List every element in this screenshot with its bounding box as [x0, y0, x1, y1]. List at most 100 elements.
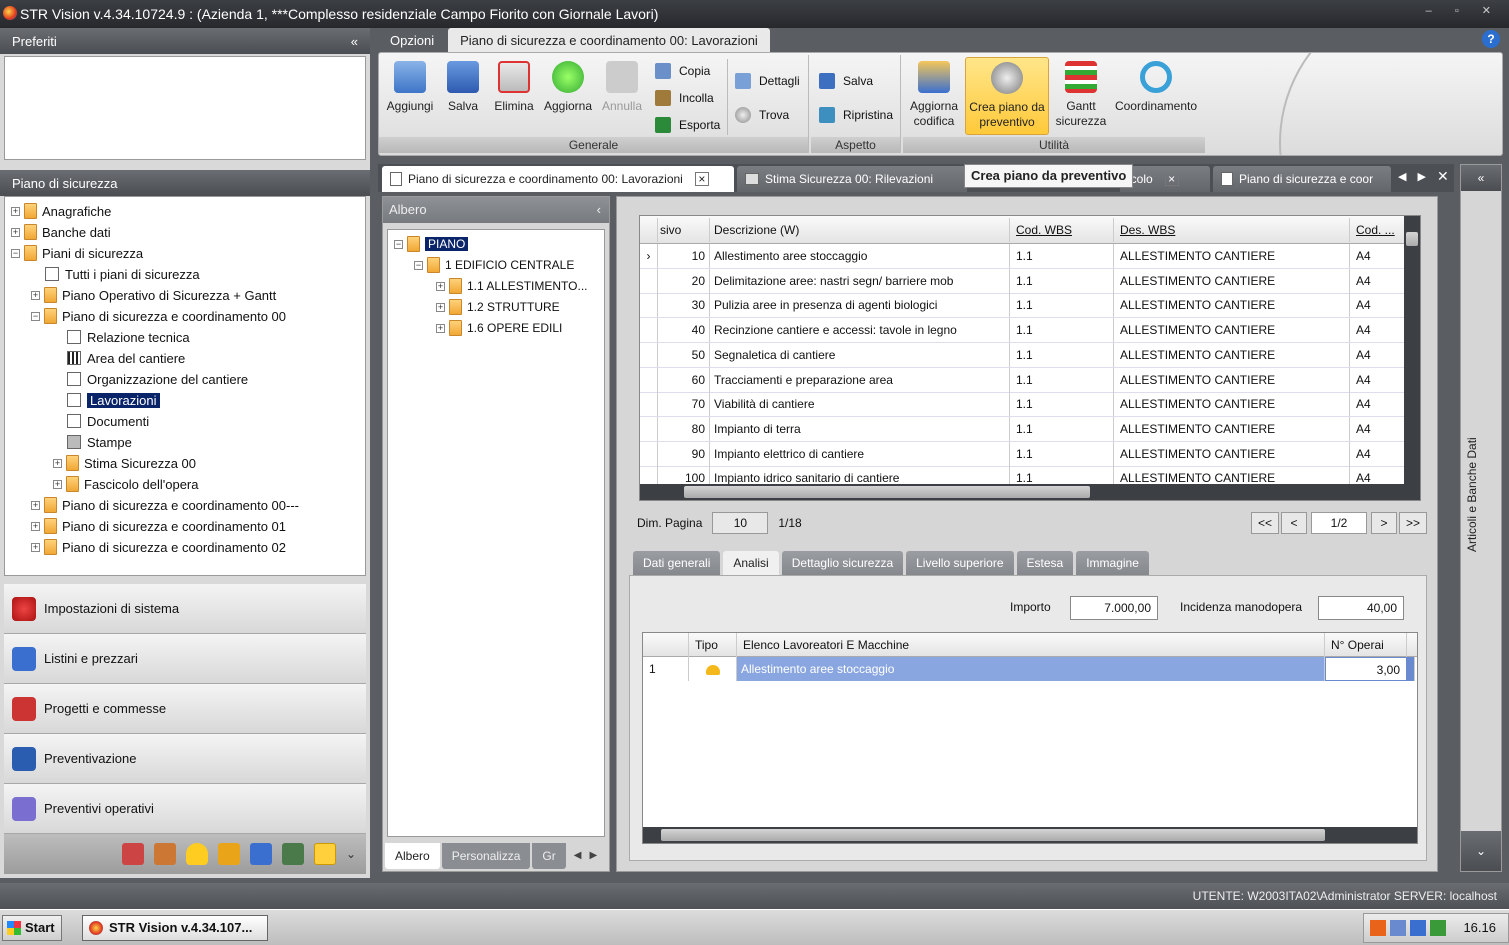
col-elenco[interactable]: Elenco Lavoreatori E Macchine — [737, 633, 1325, 657]
tab-personalizza[interactable]: Personalizza — [441, 843, 531, 869]
tree-node[interactable]: + Piano Operativo di Sicurezza + Gantt — [31, 285, 276, 305]
expand-icon[interactable]: − — [394, 239, 403, 249]
last-page-button[interactable]: >> — [1399, 512, 1427, 534]
copia-button[interactable]: Copia — [655, 63, 710, 79]
tree-node[interactable]: + Fascicolo dell'opera — [53, 474, 199, 494]
salva-aspetto-button[interactable]: Salva — [819, 73, 873, 89]
col-descrizione[interactable]: Descrizione (W) — [710, 218, 1010, 242]
table-row[interactable]: 90 Impianto elettrico di cantiere 1.1 ALLES… — [640, 441, 1408, 467]
ripristina-button[interactable]: Ripristina — [819, 107, 893, 123]
book-icon[interactable] — [249, 843, 272, 865]
helmet-worker-icon[interactable] — [217, 843, 240, 865]
tab-estesa[interactable]: Estesa — [1016, 551, 1074, 575]
close-icon[interactable]: ✕ — [1437, 168, 1449, 188]
table-row[interactable]: › 10 Allestimento aree stoccaggio 1.1 ALLEST… — [640, 244, 1408, 269]
tree-node[interactable]: Tutti i piani di sicurezza — [45, 264, 200, 284]
expand-icon[interactable]: « — [1461, 165, 1501, 191]
expand-icon[interactable]: + — [436, 281, 445, 291]
scroll-right-icon[interactable]: ▶ — [589, 850, 597, 861]
tab-immagine[interactable]: Immagine — [1076, 551, 1149, 575]
esporta-button[interactable]: Esporta — [655, 117, 720, 133]
doctab-lavorazioni[interactable]: Piano di sicurezza e coordinamento 00: L… — [382, 166, 734, 192]
table-row[interactable]: 1 Allestimento aree stoccaggio 3,00 — [643, 657, 1417, 681]
collapse-icon[interactable]: ‹ — [597, 197, 601, 223]
expand-icon[interactable]: − — [11, 248, 20, 258]
tree-node[interactable]: Area del cantiere — [67, 348, 185, 368]
row-operai[interactable]: 3,00 — [1325, 657, 1407, 681]
tree-node[interactable]: + Banche dati — [11, 222, 111, 242]
tree-node[interactable]: Stampe — [67, 432, 132, 452]
expand-icon[interactable]: + — [31, 521, 40, 531]
tree-node[interactable]: − Piani di sicurezza — [11, 243, 143, 263]
incolla-button[interactable]: Incolla — [655, 90, 714, 106]
first-page-button[interactable]: << — [1251, 512, 1279, 534]
expand-icon[interactable]: + — [436, 323, 445, 333]
importo-field[interactable]: 7.000,00 — [1070, 596, 1158, 620]
security-icon[interactable] — [1430, 920, 1446, 936]
annulla-button[interactable]: Annulla — [599, 61, 645, 113]
doctab-piano[interactable]: Piano di sicurezza e coor — [1213, 166, 1391, 192]
books-icon[interactable] — [153, 843, 176, 865]
tree-node[interactable]: +1.2 STRUTTURE — [436, 297, 560, 317]
scroll-left-icon[interactable]: ◀ — [1398, 170, 1406, 186]
aggiorna-button[interactable]: Aggiorna — [541, 61, 595, 113]
help-icon[interactable]: ? — [1482, 30, 1500, 48]
horizontal-scrollbar[interactable] — [640, 484, 1408, 500]
expand-icon[interactable]: + — [31, 500, 40, 510]
col-cod[interactable]: Cod. ... — [1350, 218, 1408, 242]
tab-albero[interactable]: Albero — [385, 843, 440, 869]
expand-icon[interactable]: + — [53, 458, 62, 468]
nav-impostazioni[interactable]: Impostazioni di sistema — [4, 584, 366, 634]
close-icon[interactable]: × — [694, 172, 709, 186]
trova-button[interactable]: Trova — [735, 107, 789, 123]
network-icon[interactable] — [1390, 920, 1406, 936]
crea-piano-button[interactable]: Crea piano da preventivo — [965, 57, 1049, 135]
table-row[interactable]: 40 Recinzione cantiere e accessi: tavole … — [640, 318, 1408, 344]
vertical-scrollbar[interactable] — [1404, 216, 1420, 500]
tab-lavorazioni[interactable]: Piano di sicurezza e coordinamento 00: L… — [448, 28, 770, 52]
expand-icon[interactable]: + — [53, 479, 62, 489]
elimina-button[interactable]: Elimina — [491, 61, 537, 113]
scroll-left-icon[interactable]: ◀ — [574, 850, 582, 861]
nav-preventivi-operativi[interactable]: Preventivi operativi — [4, 784, 366, 834]
tree-node[interactable]: + Stima Sicurezza 00 — [53, 453, 196, 473]
chevron-down-icon[interactable]: ⌄ — [346, 847, 356, 861]
collapse-icon[interactable]: « — [351, 34, 358, 49]
table-row[interactable]: 20 Delimitazione aree: nastri segn/ barri… — [640, 268, 1408, 294]
table-row[interactable]: 60 Tracciamenti e preparazione area 1.1 ALL… — [640, 367, 1408, 393]
articoli-banche-dati-label[interactable]: Articoli e Banche Dati — [1465, 415, 1501, 575]
tree-node-piano[interactable]: − PIANO — [394, 234, 469, 254]
prev-page-button[interactable]: < — [1281, 512, 1307, 534]
salva-button[interactable]: Salva — [441, 61, 485, 113]
tree-node[interactable]: Organizzazione del cantiere — [67, 369, 248, 389]
nav-listini[interactable]: Listini e prezzari — [4, 634, 366, 684]
col-progressivo[interactable]: sivo — [658, 218, 710, 242]
expand-icon[interactable]: + — [11, 227, 20, 237]
table-row[interactable]: 50 Segnaletica di cantiere 1.1 ALLESTIMENTO… — [640, 342, 1408, 368]
tree-node[interactable]: Documenti — [67, 411, 149, 431]
expand-icon[interactable]: − — [414, 260, 423, 270]
next-page-button[interactable]: > — [1371, 512, 1397, 534]
gantt-button[interactable]: Gantt sicurezza — [1053, 61, 1109, 129]
tree-node[interactable]: Relazione tecnica — [67, 327, 190, 347]
dettagli-button[interactable]: Dettagli — [735, 73, 800, 89]
tree-node[interactable]: +1.6 OPERE EDILI — [436, 318, 562, 338]
helmet-icon[interactable] — [185, 843, 208, 865]
page-size-field[interactable]: 10 — [712, 512, 769, 534]
expand-icon[interactable]: − — [31, 311, 40, 321]
expand-icon[interactable]: + — [31, 290, 40, 300]
expand-icon[interactable]: + — [31, 542, 40, 552]
grid-icon[interactable] — [121, 843, 144, 865]
tab-gr[interactable]: Gr — [532, 843, 566, 869]
current-page-field[interactable]: 1/2 — [1311, 512, 1367, 534]
doctab-fascicolo[interactable]: icolo × — [1120, 166, 1210, 192]
tree-node-selected[interactable]: Lavorazioni — [67, 390, 160, 410]
expand-icon[interactable]: + — [436, 302, 445, 312]
tab-opzioni[interactable]: Opzioni — [378, 28, 446, 52]
col-des-wbs[interactable]: Des. WBS — [1114, 218, 1350, 242]
tab-dettaglio-sicurezza[interactable]: Dettaglio sicurezza — [781, 551, 904, 575]
window-controls[interactable]: – ▫ ✕ — [1426, 4, 1501, 17]
tray-icon[interactable] — [1370, 920, 1386, 936]
nav-preventivazione[interactable]: Preventivazione — [4, 734, 366, 784]
nav-progetti[interactable]: Progetti e commesse — [4, 684, 366, 734]
